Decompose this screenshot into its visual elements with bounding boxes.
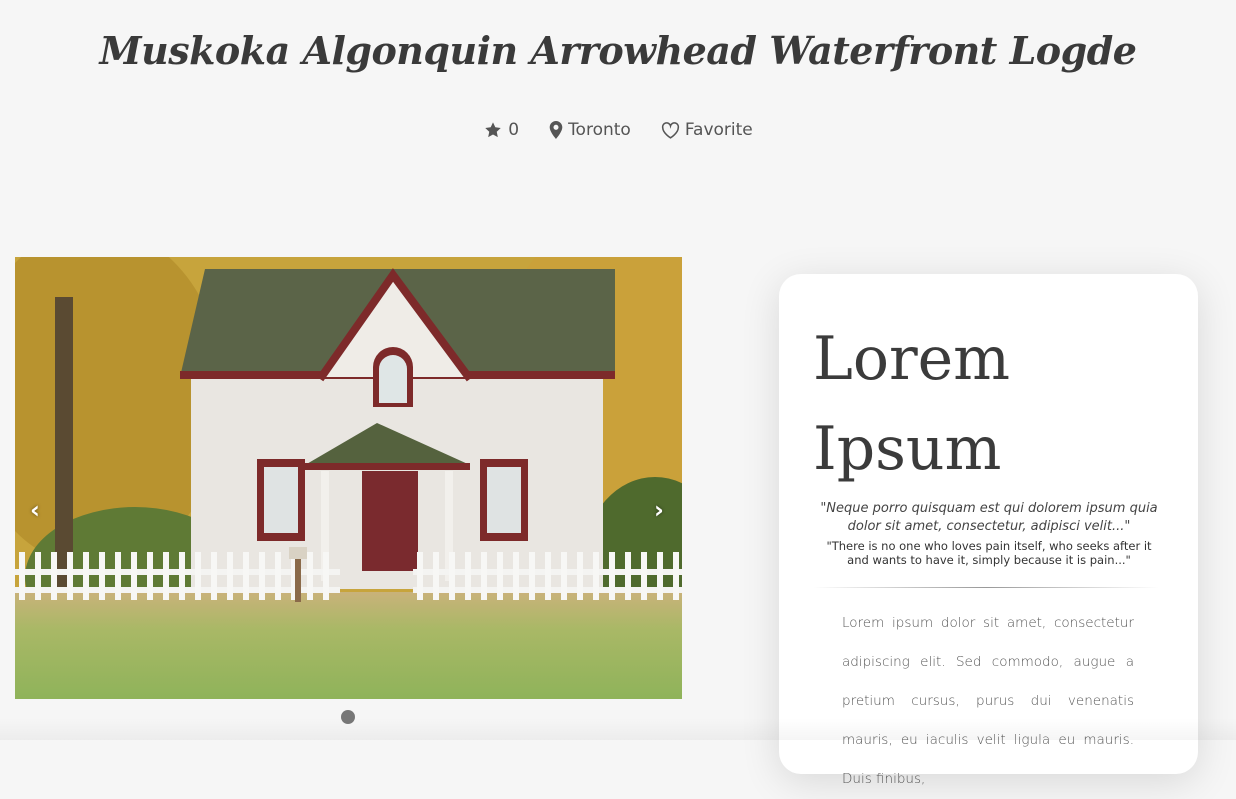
carousel-next-button[interactable]: ›: [654, 498, 664, 522]
rating-value: 0: [508, 120, 520, 140]
star-icon: [483, 121, 503, 139]
map-pin-icon: [549, 121, 563, 139]
info-card: Lorem Ipsum "Neque porro quisquam est qu…: [779, 274, 1198, 787]
carousel-dot[interactable]: [341, 710, 355, 724]
carousel-indicators: [341, 710, 355, 724]
english-quote: "There is no one who loves pain itself, …: [826, 539, 1152, 567]
favorite-label: Favorite: [684, 120, 753, 140]
carousel-prev-button[interactable]: ‹: [30, 498, 40, 522]
rating: 0: [483, 120, 519, 140]
photo-carousel[interactable]: [15, 257, 682, 699]
divider: [813, 587, 1159, 588]
card-title: Lorem Ipsum: [813, 324, 1011, 484]
card-body: Lorem ipsum dolor sit amet, consectetur …: [842, 615, 1134, 787]
favorite-button[interactable]: Favorite: [661, 120, 753, 140]
latin-quote: "Neque porro quisquam est qui dolorem ip…: [820, 501, 1158, 534]
heart-icon: [661, 121, 680, 139]
location-label: Toronto: [568, 120, 631, 140]
location-link[interactable]: Toronto: [549, 120, 631, 140]
page-title: Muskoka Algonquin Arrowhead Waterfront L…: [99, 28, 1137, 73]
listing-meta: 0 Toronto Favorite: [0, 120, 1236, 140]
house-photo: [15, 257, 682, 699]
